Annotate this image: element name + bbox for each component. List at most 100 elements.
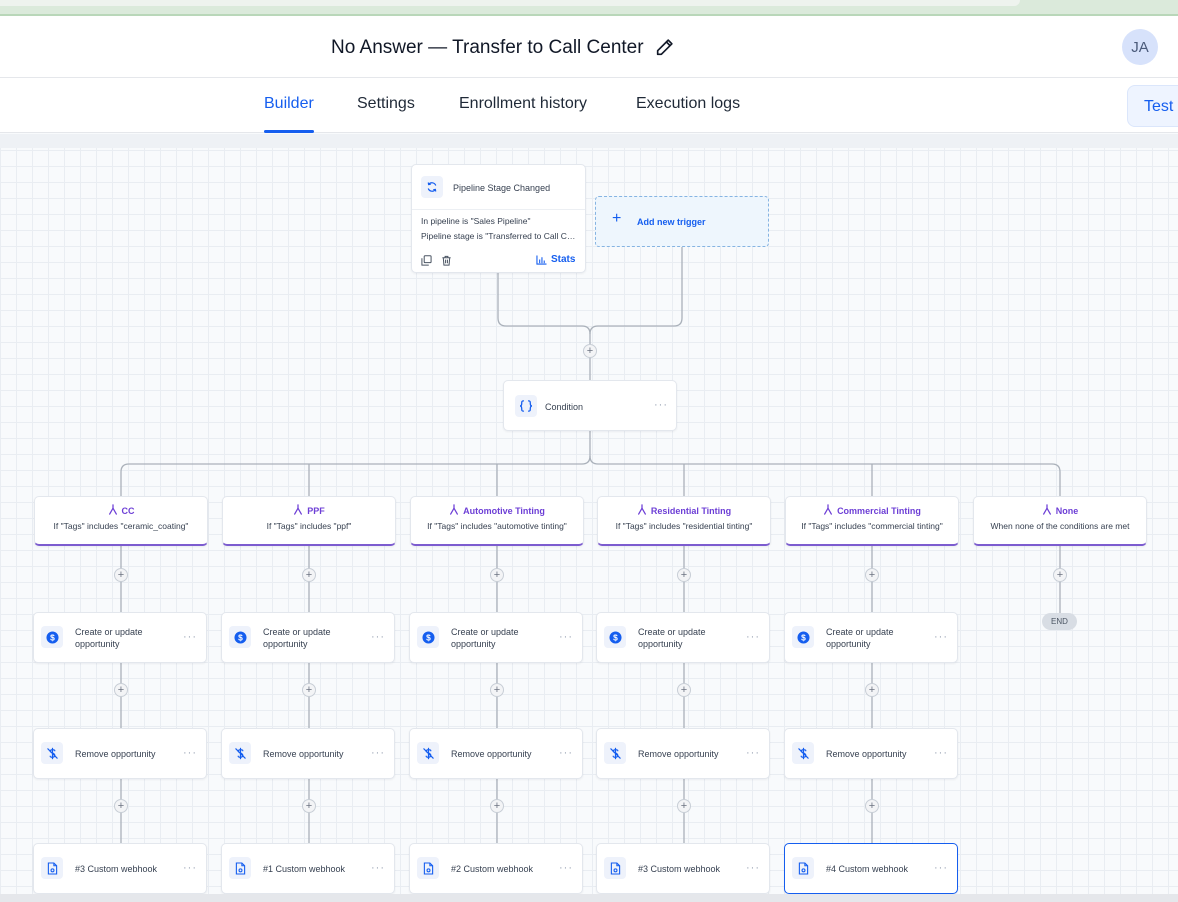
branch-title: Commercial Tinting (786, 504, 958, 517)
branch-card[interactable]: Commercial Tinting If "Tags" includes "co… (785, 496, 959, 546)
action-label: #1 Custom webhook (263, 864, 346, 874)
tab-enrollment-history[interactable]: Enrollment history (459, 95, 587, 113)
remove-opportunity-node[interactable]: Remove opportunity ··· (409, 728, 583, 779)
avatar[interactable]: JA (1122, 29, 1158, 65)
add-step-button[interactable]: + (865, 568, 879, 582)
add-step-button[interactable]: + (677, 799, 691, 813)
action-more-menu[interactable]: ··· (371, 747, 385, 759)
tab-settings[interactable]: Settings (357, 95, 415, 113)
action-label-line2: opportunity (638, 639, 683, 649)
webhook-icon (792, 857, 814, 879)
tab-execution-logs[interactable]: Execution logs (636, 95, 740, 113)
action-more-menu[interactable]: ··· (183, 747, 197, 759)
branch-title: CC (35, 504, 207, 517)
action-more-menu[interactable]: ··· (559, 631, 573, 643)
copy-icon[interactable] (421, 255, 432, 266)
action-more-menu[interactable]: ··· (934, 747, 948, 759)
branch-title: None (974, 504, 1146, 517)
action-more-menu[interactable]: ··· (746, 862, 760, 874)
custom-webhook-node[interactable]: #1 Custom webhook ··· (221, 843, 395, 894)
remove-opportunity-icon (792, 742, 814, 764)
create-update-opportunity-node[interactable]: $ Create or update opportunity ··· (33, 612, 207, 663)
create-update-opportunity-node[interactable]: $ Create or update opportunity ··· (409, 612, 583, 663)
branch-card[interactable]: CC If "Tags" includes "ceramic_coating" (34, 496, 208, 546)
add-step-button[interactable]: + (490, 799, 504, 813)
trash-icon[interactable] (441, 255, 452, 266)
pencil-icon[interactable] (654, 36, 676, 58)
remove-opportunity-node[interactable]: Remove opportunity ··· (596, 728, 770, 779)
action-label-line2: opportunity (263, 639, 308, 649)
action-more-menu[interactable]: ··· (746, 631, 760, 643)
add-step-button[interactable]: + (114, 683, 128, 697)
branch-condition: If "Tags" includes "commercial tinting" (801, 521, 943, 531)
branch-card[interactable]: None When none of the conditions are met (973, 496, 1147, 546)
action-more-menu[interactable]: ··· (371, 631, 385, 643)
dollar-icon: $ (792, 626, 814, 648)
add-step-button[interactable]: + (302, 683, 316, 697)
remove-opportunity-node[interactable]: Remove opportunity ··· (33, 728, 207, 779)
branch-icon (449, 504, 459, 517)
custom-webhook-node[interactable]: #2 Custom webhook ··· (409, 843, 583, 894)
condition-node[interactable]: Condition ··· (503, 380, 677, 431)
horizontal-scrollbar[interactable] (0, 894, 1178, 902)
condition-more-menu[interactable]: ··· (654, 399, 668, 411)
add-step-button[interactable]: + (1053, 568, 1067, 582)
trigger-condition-stage: Pipeline stage is "Transferred to Call C… (421, 231, 579, 241)
action-more-menu[interactable]: ··· (183, 862, 197, 874)
braces-icon (515, 395, 537, 417)
action-more-menu[interactable]: ··· (183, 631, 197, 643)
webhook-icon (417, 857, 439, 879)
action-more-menu[interactable]: ··· (371, 862, 385, 874)
add-step-button[interactable]: + (302, 568, 316, 582)
custom-webhook-node[interactable]: #3 Custom webhook ··· (596, 843, 770, 894)
test-button[interactable]: Test (1127, 85, 1178, 127)
tab-builder[interactable]: Builder (264, 95, 314, 133)
add-step-button[interactable]: + (677, 683, 691, 697)
branch-title: Residential Tinting (598, 504, 770, 517)
banner-inner (0, 0, 1020, 6)
branch-card[interactable]: Residential Tinting If "Tags" includes "r… (597, 496, 771, 546)
custom-webhook-node[interactable]: #4 Custom webhook ··· (784, 843, 958, 894)
add-step-button[interactable]: + (865, 683, 879, 697)
action-label: #3 Custom webhook (75, 864, 158, 874)
trigger-divider (412, 209, 585, 210)
create-update-opportunity-node[interactable]: $ Create or update opportunity ··· (221, 612, 395, 663)
action-label-line1: Create or update (451, 627, 519, 637)
branch-card[interactable]: PPF If "Tags" includes "ppf" (222, 496, 396, 546)
dollar-icon: $ (417, 626, 439, 648)
webhook-icon (604, 857, 626, 879)
add-step-button[interactable]: + (490, 568, 504, 582)
add-step-button[interactable]: + (302, 799, 316, 813)
add-step-button[interactable]: + (677, 568, 691, 582)
branch-icon (637, 504, 647, 517)
remove-opportunity-node[interactable]: Remove opportunity ··· (784, 728, 958, 779)
create-update-opportunity-node[interactable]: $ Create or update opportunity ··· (596, 612, 770, 663)
custom-webhook-node[interactable]: #3 Custom webhook ··· (33, 843, 207, 894)
action-more-menu[interactable]: ··· (559, 747, 573, 759)
action-more-menu[interactable]: ··· (559, 862, 573, 874)
branch-name: PPF (307, 505, 325, 516)
add-step-button[interactable]: + (114, 568, 128, 582)
action-label-line1: Create or update (75, 627, 143, 637)
add-step-button[interactable]: + (865, 799, 879, 813)
bar-chart-icon (536, 254, 547, 265)
add-step-button[interactable]: + (114, 799, 128, 813)
branch-title: PPF (223, 504, 395, 517)
stats-link[interactable]: Stats (536, 254, 575, 265)
remove-opportunity-node[interactable]: Remove opportunity ··· (221, 728, 395, 779)
action-more-menu[interactable]: ··· (934, 631, 948, 643)
branch-name: None (1055, 505, 1079, 516)
add-trigger-button[interactable]: + Add new trigger (595, 196, 769, 247)
dollar-icon: $ (41, 626, 63, 648)
remove-opportunity-icon (229, 742, 251, 764)
add-step-button[interactable]: + (490, 683, 504, 697)
action-label-line1: Create or update (638, 627, 706, 637)
action-more-menu[interactable]: ··· (746, 747, 760, 759)
workflow-canvas[interactable]: Pipeline Stage Changed In pipeline is "S… (0, 134, 1178, 894)
branch-name: CC (121, 505, 135, 516)
create-update-opportunity-node[interactable]: $ Create or update opportunity ··· (784, 612, 958, 663)
trigger-card[interactable]: Pipeline Stage Changed In pipeline is "S… (411, 164, 586, 273)
add-step-button[interactable]: + (583, 344, 597, 358)
branch-card[interactable]: Automotive Tinting If "Tags" includes "au… (410, 496, 584, 546)
action-more-menu[interactable]: ··· (934, 862, 948, 874)
